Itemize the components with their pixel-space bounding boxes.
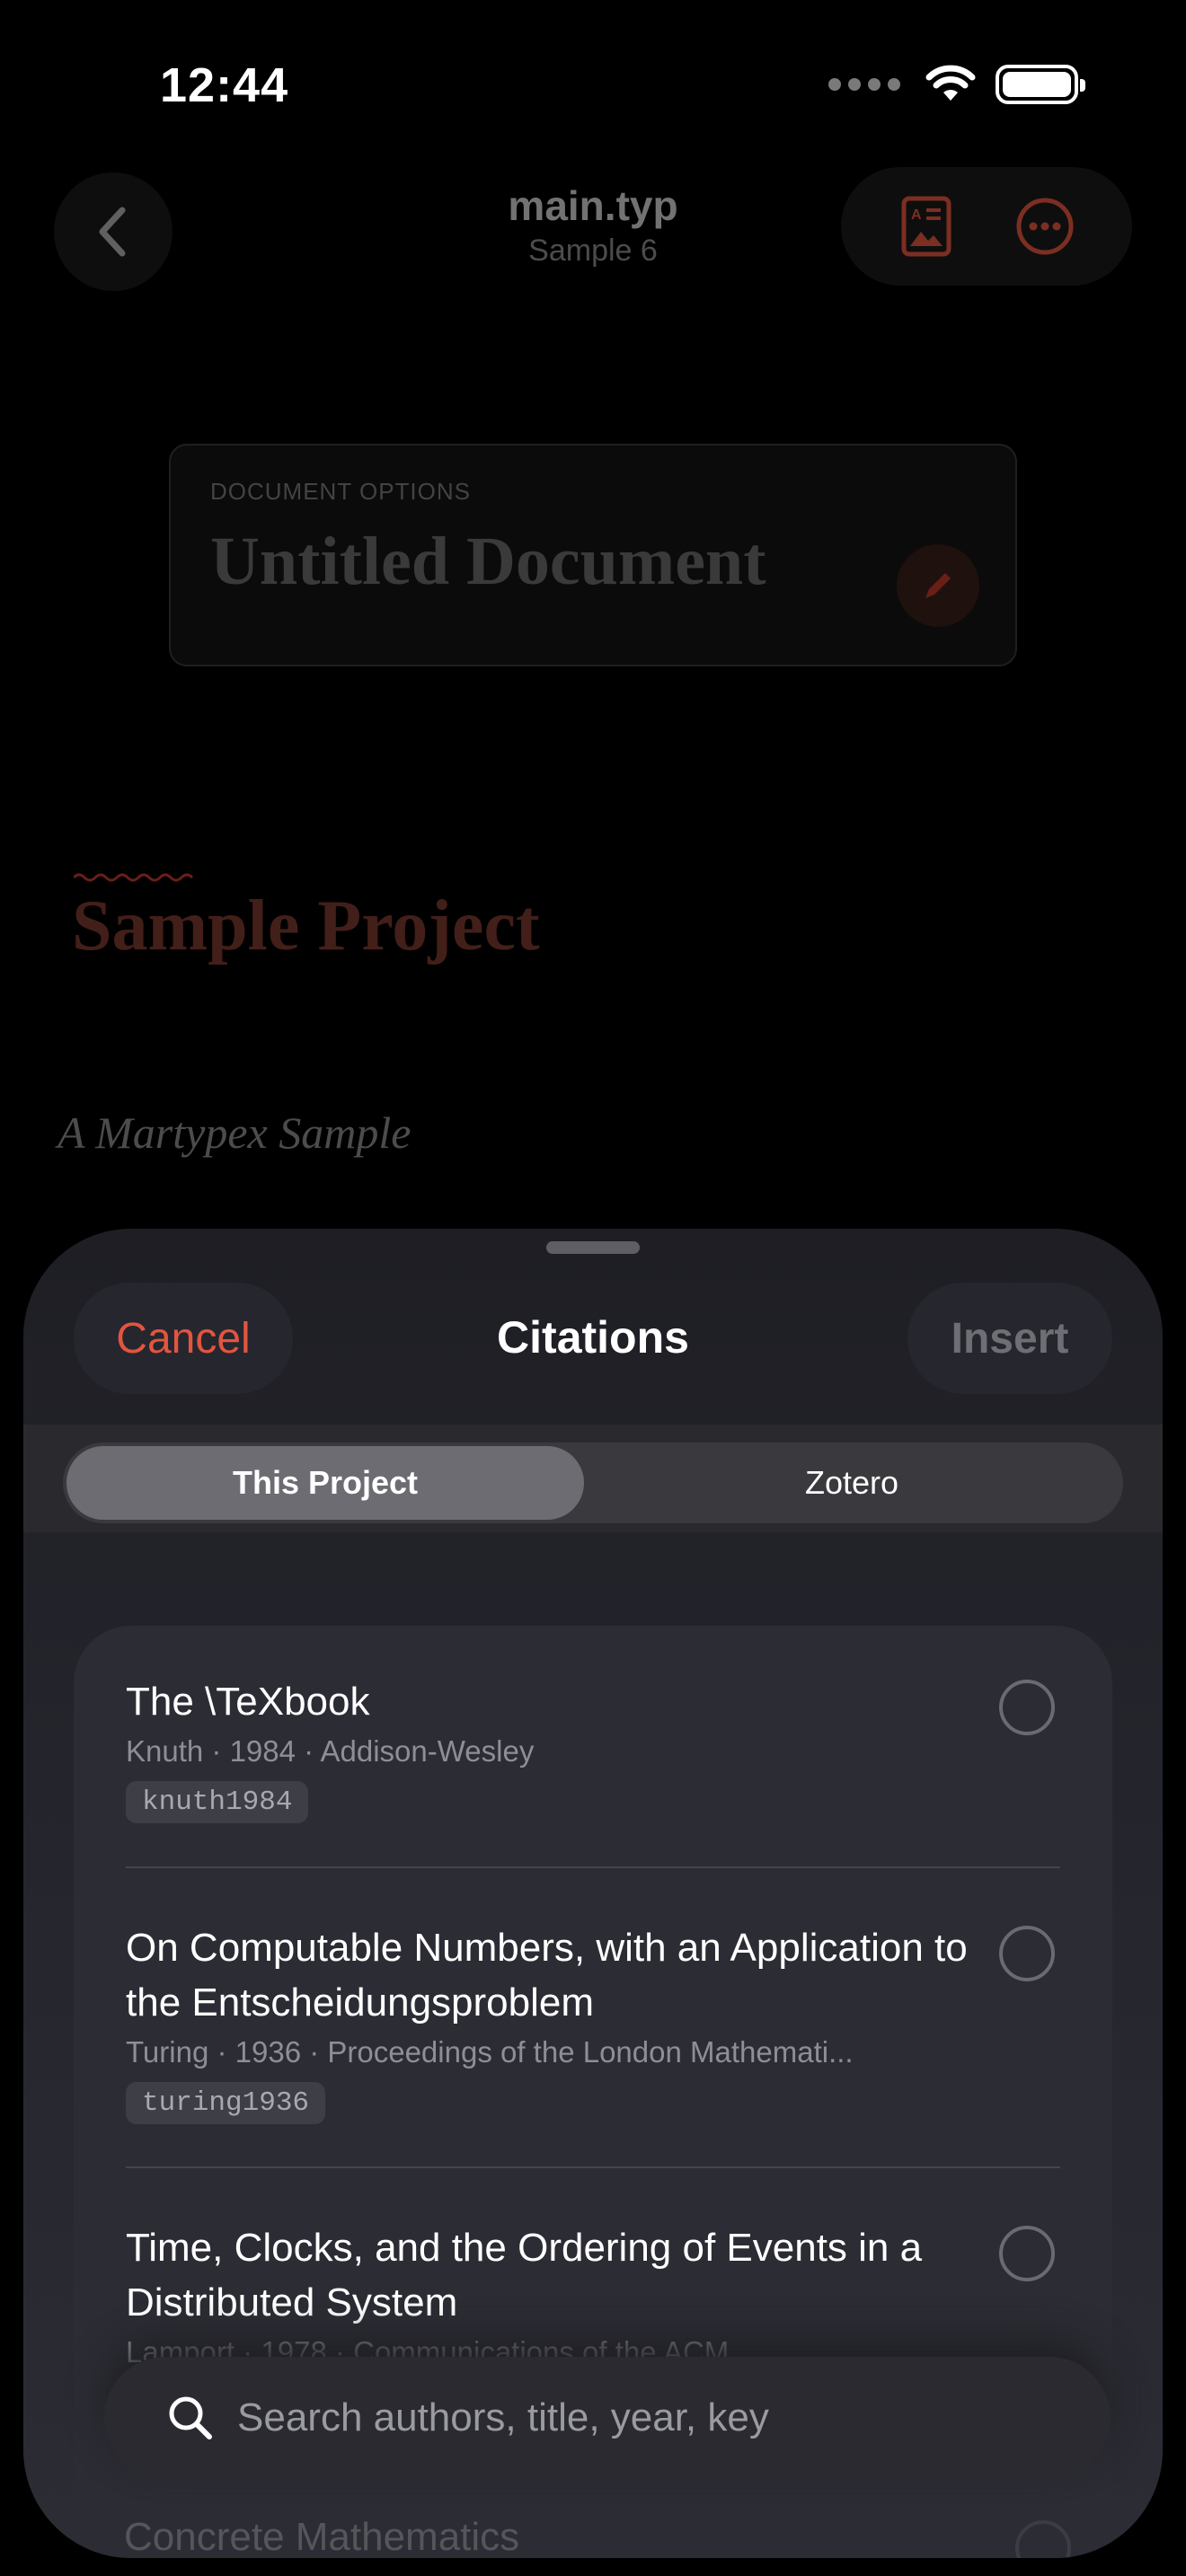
citation-key: knuth1984 bbox=[126, 1781, 309, 1823]
segment-this-project[interactable]: This Project bbox=[66, 1446, 584, 1520]
project-heading: Sample Project bbox=[72, 887, 540, 966]
citation-meta: Knuth · 1984 · Addison-Wesley bbox=[126, 1734, 535, 1768]
citation-title[interactable]: Concrete Mathematics bbox=[124, 2515, 519, 2558]
citation-title: The \TeXbook bbox=[126, 1680, 370, 1724]
citation-select-radio[interactable] bbox=[999, 1680, 1055, 1735]
citation-item[interactable]: The \TeXbook Knuth · 1984 · Addison-Wesl… bbox=[126, 1674, 1060, 1823]
citation-title: On Computable Numbers, with an Applicati… bbox=[126, 1926, 968, 2025]
sheet-grabber[interactable] bbox=[546, 1241, 640, 1254]
citation-item[interactable]: On Computable Numbers, with an Applicati… bbox=[126, 1920, 988, 2124]
search-icon bbox=[169, 2396, 212, 2439]
source-segmented-control: This Project Zotero bbox=[63, 1442, 1123, 1523]
citation-select-radio[interactable] bbox=[999, 1926, 1055, 1981]
spellcheck-underline bbox=[74, 873, 194, 882]
search-input[interactable]: Search authors, title, year, key bbox=[237, 2395, 769, 2440]
citations-sheet: Cancel Citations Insert This Project Zot… bbox=[23, 1229, 1163, 2558]
svg-text:A: A bbox=[911, 207, 922, 223]
citation-meta: Turing · 1936 · Proceedings of the Londo… bbox=[126, 2035, 854, 2069]
citation-title: Time, Clocks, and the Ordering of Events… bbox=[126, 2226, 923, 2325]
wifi-icon bbox=[925, 65, 976, 101]
status-time: 12:44 bbox=[160, 58, 289, 112]
document-title: Untitled Document bbox=[210, 524, 766, 599]
cellular-signal-icon bbox=[828, 78, 900, 91]
project-subheading: A Martypex Sample bbox=[58, 1107, 412, 1158]
segment-zotero[interactable]: Zotero bbox=[584, 1446, 1120, 1520]
divider bbox=[126, 2166, 1060, 2168]
pencil-icon bbox=[925, 573, 951, 598]
citation-select-radio[interactable] bbox=[999, 2226, 1055, 2281]
citation-key: turing1936 bbox=[126, 2082, 326, 2124]
divider bbox=[126, 1866, 1060, 1868]
preview-document-icon[interactable]: A bbox=[899, 194, 953, 259]
nav-actions: A bbox=[841, 167, 1132, 286]
battery-icon bbox=[996, 65, 1085, 104]
insert-button[interactable]: Insert bbox=[907, 1283, 1112, 1394]
document-options-label: DOCUMENT OPTIONS bbox=[210, 478, 471, 505]
edit-document-button[interactable] bbox=[897, 544, 979, 627]
document-options-card[interactable]: DOCUMENT OPTIONS Untitled Document bbox=[169, 444, 1017, 666]
more-options-icon[interactable] bbox=[1015, 197, 1075, 256]
status-icons bbox=[828, 65, 1085, 104]
citation-item[interactable]: Time, Clocks, and the Ordering of Events… bbox=[126, 2220, 988, 2369]
search-bar[interactable]: Search authors, title, year, key bbox=[104, 2357, 1111, 2479]
